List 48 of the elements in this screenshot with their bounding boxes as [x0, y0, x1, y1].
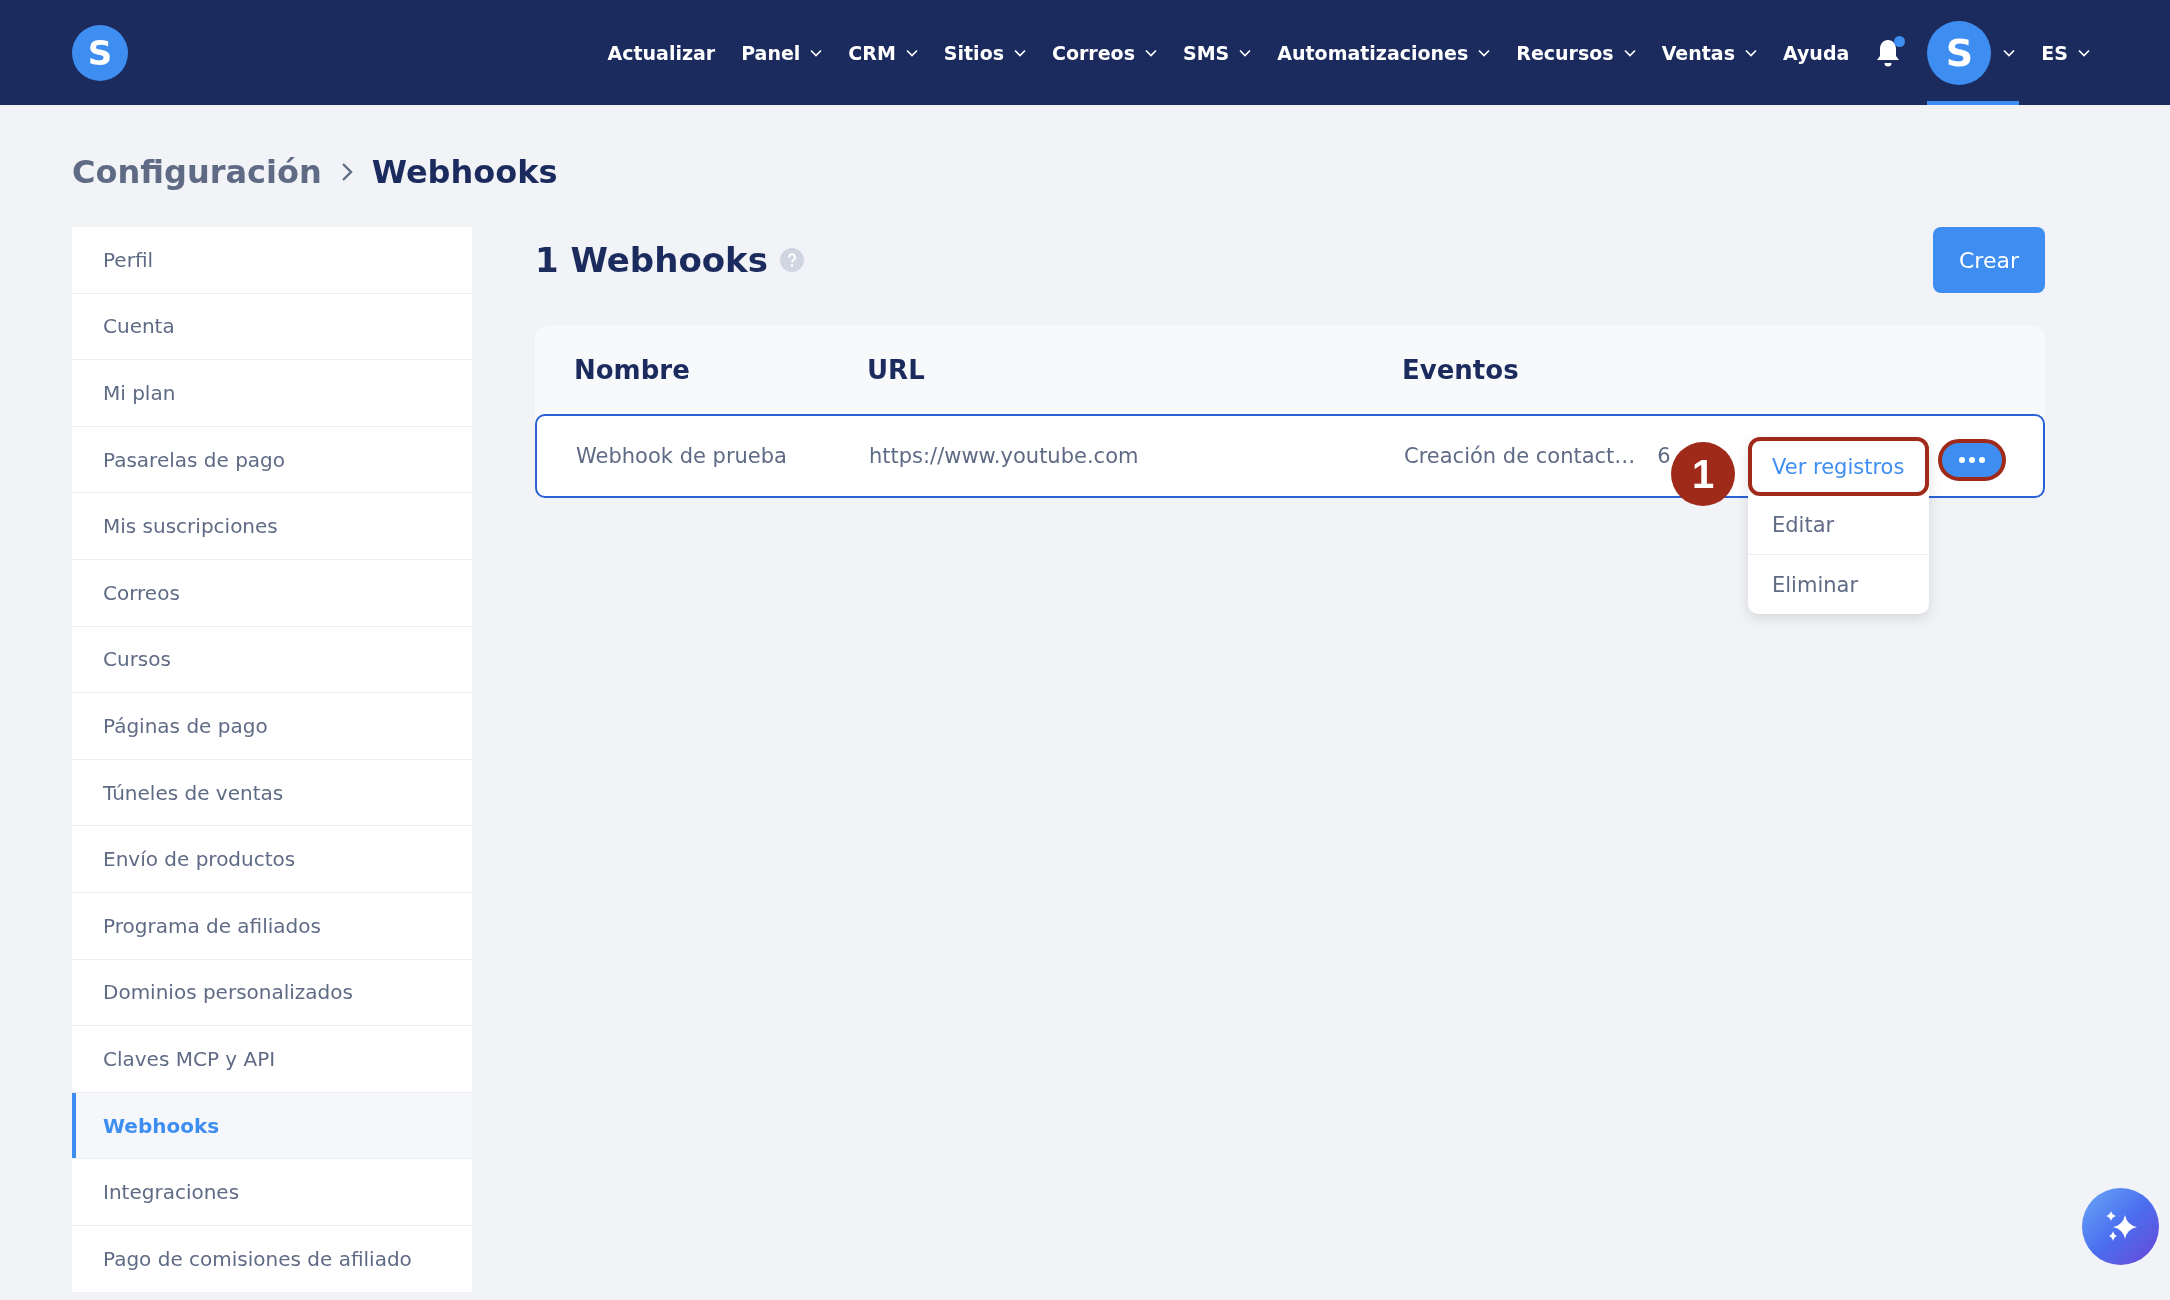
page-title: 1 Webhooks: [535, 240, 768, 280]
nav-menu-item[interactable]: Panel: [741, 41, 823, 64]
column-header: Nombre: [574, 354, 691, 387]
breadcrumb-link[interactable]: Configuración: [72, 153, 322, 191]
sidebar-item[interactable]: Mi plan: [72, 360, 472, 426]
event-count: 6: [1657, 444, 1671, 468]
webhook-url: https://www.youtube.com: [869, 444, 1140, 468]
nav-menu-item[interactable]: Correos: [1052, 41, 1157, 64]
nav-menu-item[interactable]: Sitios: [943, 41, 1026, 64]
nav-menu-item[interactable]: Ventas: [1661, 41, 1757, 64]
breadcrumb-current: Webhooks: [371, 153, 558, 191]
sidebar-item[interactable]: Túneles de ventas: [72, 759, 472, 826]
sidebar-item[interactable]: Claves MCP y API: [72, 1026, 472, 1092]
nav-menu-item[interactable]: Automatizaciones: [1277, 41, 1491, 64]
nav-menu-item[interactable]: CRM: [848, 41, 918, 64]
sidebar-item[interactable]: Páginas de pago: [72, 693, 472, 759]
sidebar-item[interactable]: Pago de comisiones de afiliado: [72, 1225, 472, 1292]
user-avatar[interactable]: S: [1927, 20, 1992, 85]
sidebar-item[interactable]: Webhooks: [72, 1092, 472, 1159]
more-dots-icon: [1959, 457, 1985, 463]
menu-item[interactable]: Editar: [1748, 496, 1929, 555]
menu-item[interactable]: Ver registros: [1748, 437, 1929, 496]
sidebar-item[interactable]: Mis suscripciones: [72, 493, 472, 559]
sidebar-item[interactable]: Pasarelas de pago: [72, 426, 472, 493]
logo[interactable]: S: [72, 24, 128, 81]
webhook-events: Creación de contact…: [1404, 444, 1636, 468]
sidebar-item[interactable]: Correos: [72, 559, 472, 626]
sidebar-item[interactable]: Dominios personalizados: [72, 959, 472, 1026]
sidebar-item[interactable]: Programa de afiliados: [72, 892, 472, 959]
sidebar-item[interactable]: Perfil: [72, 227, 472, 293]
nav-menu-item[interactable]: SMS: [1183, 41, 1252, 64]
language-selector[interactable]: ES: [2041, 41, 2090, 64]
nav-menu-item[interactable]: Ayuda: [1782, 41, 1850, 64]
sidebar-item[interactable]: Cursos: [72, 626, 472, 693]
create-button[interactable]: Crear: [1933, 227, 2045, 293]
notification-bell-icon[interactable]: [1875, 37, 1902, 68]
sidebar-item[interactable]: Envío de productos: [72, 826, 472, 892]
sidebar-item[interactable]: Integraciones: [72, 1159, 472, 1225]
nav-menu-item[interactable]: Recursos: [1516, 41, 1636, 64]
chevron-down-icon: [2003, 48, 2016, 57]
chevron-right-icon: [339, 161, 354, 183]
column-header: URL: [867, 354, 926, 387]
chevron-down-icon: [2078, 48, 2090, 57]
nav-menu-item[interactable]: Actualizar: [607, 41, 716, 64]
menu-item[interactable]: Eliminar: [1748, 555, 1929, 614]
webhook-name: Webhook de prueba: [576, 444, 788, 468]
sidebar-item[interactable]: Cuenta: [72, 293, 472, 360]
column-header: Eventos: [1402, 354, 1520, 387]
